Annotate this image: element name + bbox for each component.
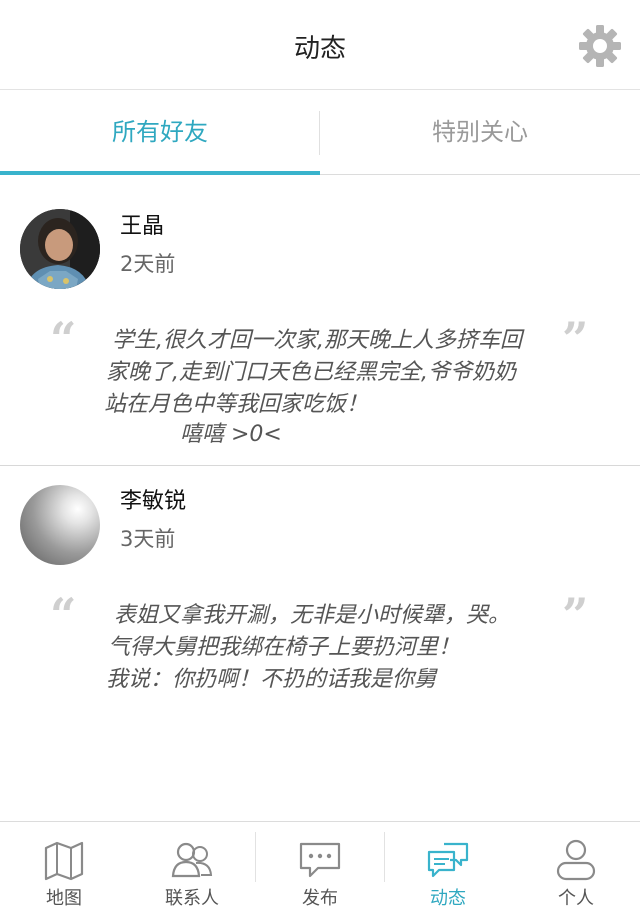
post-content-line: 学生,很久才回一次家,那天晚上人多挤车回 xyxy=(112,328,522,353)
bottom-nav: 地图 联系人 发布 动态 个人 xyxy=(0,821,640,921)
nav-item-profile[interactable]: 个人 xyxy=(512,822,640,921)
active-tab-indicator xyxy=(0,171,320,175)
post-content-line: 嘻嘻 >0< xyxy=(180,422,282,447)
nav-label-profile: 个人 xyxy=(558,888,594,909)
nav-label-contacts: 联系人 xyxy=(165,888,219,909)
message-icon xyxy=(298,838,342,882)
friend-tabs: 所有好友 特别关心 xyxy=(0,91,640,175)
feed-post: 李敏锐 3天前 “ ” 表姐又拿我开涮，无非是小时候犟，哭。 气得大舅把我绑在椅… xyxy=(0,467,640,807)
post-content-line: 家晚了,走到门口天色已经黑完全,爷爷奶奶 xyxy=(106,360,516,385)
nav-label-publish: 发布 xyxy=(302,888,338,909)
author-name[interactable]: 李敏锐 xyxy=(120,483,186,515)
post-content-line: 站在月色中等我回家吃饭！ xyxy=(104,392,369,417)
avatar[interactable] xyxy=(20,485,100,565)
nav-item-publish[interactable]: 发布 xyxy=(256,822,384,921)
author-name[interactable]: 王晶 xyxy=(120,208,164,240)
post-time: 2天前 xyxy=(120,252,176,276)
tab-all-friends[interactable]: 所有好友 xyxy=(0,91,320,175)
top-header: 动态 xyxy=(0,0,640,90)
nav-item-map[interactable]: 地图 xyxy=(0,822,128,921)
nav-item-contacts[interactable]: 联系人 xyxy=(128,822,256,921)
post-time: 3天前 xyxy=(120,527,176,551)
post-content-line: 表姐又拿我开涮，无非是小时候犟，哭。 xyxy=(114,603,511,628)
open-quote-icon: “ xyxy=(50,312,77,366)
nav-item-activity[interactable]: 动态 xyxy=(384,822,512,921)
person-icon xyxy=(554,838,598,882)
avatar[interactable] xyxy=(20,209,100,289)
nav-label-activity: 动态 xyxy=(430,888,466,909)
close-quote-icon: ” xyxy=(562,588,589,642)
close-quote-icon: ” xyxy=(562,312,589,366)
nav-label-map: 地图 xyxy=(46,888,82,909)
gear-icon[interactable] xyxy=(578,24,622,68)
open-quote-icon: “ xyxy=(50,588,77,642)
contacts-icon xyxy=(170,838,214,882)
map-icon xyxy=(42,838,86,882)
feed-post: 王晶 2天前 “ ” 学生,很久才回一次家,那天晚上人多挤车回 家晚了,走到门口… xyxy=(0,176,640,466)
tab-special-care[interactable]: 特别关心 xyxy=(320,91,640,175)
page-title: 动态 xyxy=(293,34,346,64)
post-content-line: 气得大舅把我绑在椅子上要扔河里！ xyxy=(108,635,461,660)
chat-bubbles-icon xyxy=(426,838,470,882)
post-content-line: 我说：你扔啊！不扔的话我是你舅 xyxy=(106,667,437,692)
